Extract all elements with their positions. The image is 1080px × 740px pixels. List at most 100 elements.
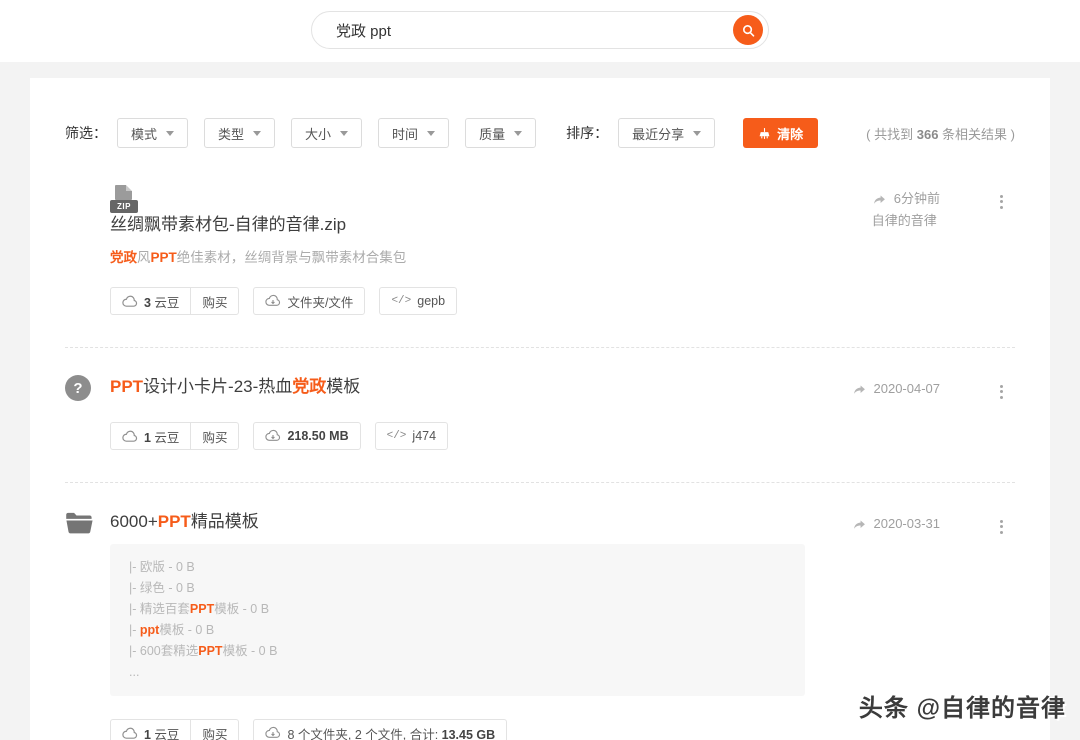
price-pill: 3 云豆 购买 (110, 287, 240, 315)
price-pill: 1 云豆 购买 (110, 719, 240, 740)
clear-button-label: 清除 (777, 126, 804, 142)
forward-arrow-icon (852, 383, 867, 396)
code-label: gepb (417, 294, 446, 308)
result-tags: 1 云豆 购买 218.50 MB </> j474 (110, 422, 840, 450)
filter-bar: 筛选： 模式 类型 大小 时间 质量 排序： 最近分享 清除 (共找到 366… (65, 118, 1015, 148)
search-input[interactable] (336, 21, 733, 39)
chevron-down-icon (253, 130, 262, 136)
watermark: 头条 @自律的音律 (858, 695, 1066, 722)
page-header (0, 0, 1080, 62)
result-title[interactable]: PPT设计小卡片-23-热血党政模板 (110, 375, 840, 399)
filter-dropdown-type[interactable]: 类型 (204, 118, 276, 148)
buy-button[interactable]: 购买 (190, 720, 238, 740)
filter-dropdown-label: 质量 (479, 126, 506, 142)
price-pill: 1 云豆 购买 (110, 422, 240, 450)
result-count: ( 共找到 366 条相关结果 ) (866, 126, 1015, 142)
forward-arrow-icon (872, 193, 887, 206)
result-tags: 1 云豆 购买 8 个文件夹, 2 个文件, 合计: 13.45 GB (110, 719, 840, 740)
results-card: 筛选： 模式 类型 大小 时间 质量 排序： 最近分享 清除 (共找到 366… (30, 78, 1050, 740)
file-list-item: |- ppt模板 - 0 B (129, 623, 215, 637)
share-time-label: 2020-03-31 (873, 516, 941, 531)
result-author: 自律的音律 (871, 213, 937, 228)
price-segment: 1 云豆 (111, 423, 190, 449)
buy-button[interactable]: 购买 (190, 288, 238, 314)
file-info-label: 218.50 MB (287, 429, 349, 443)
sort-dropdown[interactable]: 最近分享 (618, 118, 716, 148)
file-info-label: 文件夹/文件 (287, 295, 354, 310)
result-title[interactable]: 6000+PPT精品模板 (110, 510, 840, 534)
question-icon: ? (65, 375, 91, 401)
file-list-box: |- 欧版 - 0 B |- 绿色 - 0 B |- 精选百套PPT模板 - 0… (110, 544, 805, 696)
sort-dropdown-value: 最近分享 (632, 126, 685, 142)
code-pill: </> gepb (379, 287, 458, 315)
kebab-menu-icon[interactable] (994, 515, 1009, 538)
share-time: 2020-03-31 (852, 513, 941, 535)
chevron-down-icon (514, 130, 523, 136)
file-list-item: |- 绿色 - 0 B (129, 581, 195, 595)
file-list-item: |- 精选百套PPT模板 - 0 B (129, 602, 270, 616)
cloud-download-icon (265, 294, 281, 308)
share-time-label: 2020-04-07 (873, 381, 941, 396)
cloud-icon (122, 295, 138, 308)
broom-icon (758, 127, 771, 140)
zip-file-icon: ZIP (110, 185, 140, 213)
kebab-menu-icon[interactable] (994, 190, 1009, 213)
share-time-label: 6分钟前 (893, 191, 940, 206)
file-list-item: |- 欧版 - 0 B (129, 560, 195, 574)
filter-dropdown-label: 大小 (305, 126, 332, 142)
price-segment: 3 云豆 (111, 288, 190, 314)
filter-dropdown-label: 时间 (392, 126, 419, 142)
price-label: 1 云豆 (144, 727, 180, 740)
buy-button[interactable]: 购买 (190, 423, 238, 449)
price-segment: 1 云豆 (111, 720, 190, 740)
search-button[interactable] (733, 15, 763, 45)
chevron-down-icon (427, 130, 436, 136)
code-icon: </> (386, 430, 407, 442)
cloud-icon (122, 430, 138, 443)
result-meta: 2020-03-31 (852, 513, 941, 535)
result-row: ? PPT设计小卡片-23-热血党政模板 1 云豆 购买 218.50 MB <… (65, 375, 1015, 450)
file-info-pill: 文件夹/文件 (253, 287, 366, 315)
clear-filters-button[interactable]: 清除 (743, 118, 819, 148)
filter-label: 筛选： (65, 125, 107, 141)
filter-dropdown-label: 类型 (218, 126, 245, 142)
share-time: 2020-04-07 (852, 378, 941, 400)
divider (65, 347, 1015, 348)
cloud-download-icon (265, 429, 281, 443)
filter-dropdown-time[interactable]: 时间 (378, 118, 450, 148)
code-icon: </> (391, 295, 412, 307)
chevron-down-icon (340, 130, 349, 136)
cloud-download-icon (265, 726, 281, 740)
filter-dropdown-label: 模式 (131, 126, 158, 142)
code-pill: </> j474 (374, 422, 449, 450)
sort-label: 排序： (566, 125, 609, 141)
result-row: ZIP 丝绸飘带素材包-自律的音律.zip 党政风PPT绝佳素材，丝绸背景与飘带… (65, 185, 1015, 315)
result-title[interactable]: 丝绸飘带素材包-自律的音律.zip (110, 213, 840, 237)
price-label: 3 云豆 (144, 295, 180, 310)
filter-dropdown-mode[interactable]: 模式 (117, 118, 189, 148)
search-box (311, 11, 769, 49)
chevron-down-icon (693, 130, 702, 136)
folder-icon (65, 510, 94, 540)
price-label: 1 云豆 (144, 430, 180, 445)
magnifier-icon (741, 23, 756, 38)
file-list-item: |- 600套精选PPT模板 - 0 B (129, 644, 278, 658)
filter-dropdown-size[interactable]: 大小 (291, 118, 363, 148)
filter-dropdown-quality[interactable]: 质量 (465, 118, 537, 148)
file-info-pill: 8 个文件夹, 2 个文件, 合计: 13.45 GB (253, 719, 508, 740)
kebab-menu-icon[interactable] (994, 380, 1009, 403)
cloud-icon (122, 727, 138, 740)
result-description: 党政风PPT绝佳素材，丝绸背景与飘带素材合集包 (110, 250, 407, 265)
forward-arrow-icon (852, 518, 867, 531)
file-info-label: 8 个文件夹, 2 个文件, 合计: 13.45 GB (287, 727, 496, 740)
chevron-down-icon (166, 130, 175, 136)
page-background: 筛选： 模式 类型 大小 时间 质量 排序： 最近分享 清除 (共找到 366… (0, 62, 1080, 740)
divider (65, 482, 1015, 483)
result-meta: 6分钟前 自律的音律 (872, 188, 940, 232)
file-list-ellipsis: ... (129, 665, 140, 679)
file-info-pill: 218.50 MB (253, 422, 361, 450)
result-meta: 2020-04-07 (852, 378, 941, 400)
code-label: j474 (412, 429, 437, 443)
share-time: 6分钟前 (872, 188, 940, 210)
result-tags: 3 云豆 购买 文件夹/文件 </> gepb (110, 287, 840, 315)
